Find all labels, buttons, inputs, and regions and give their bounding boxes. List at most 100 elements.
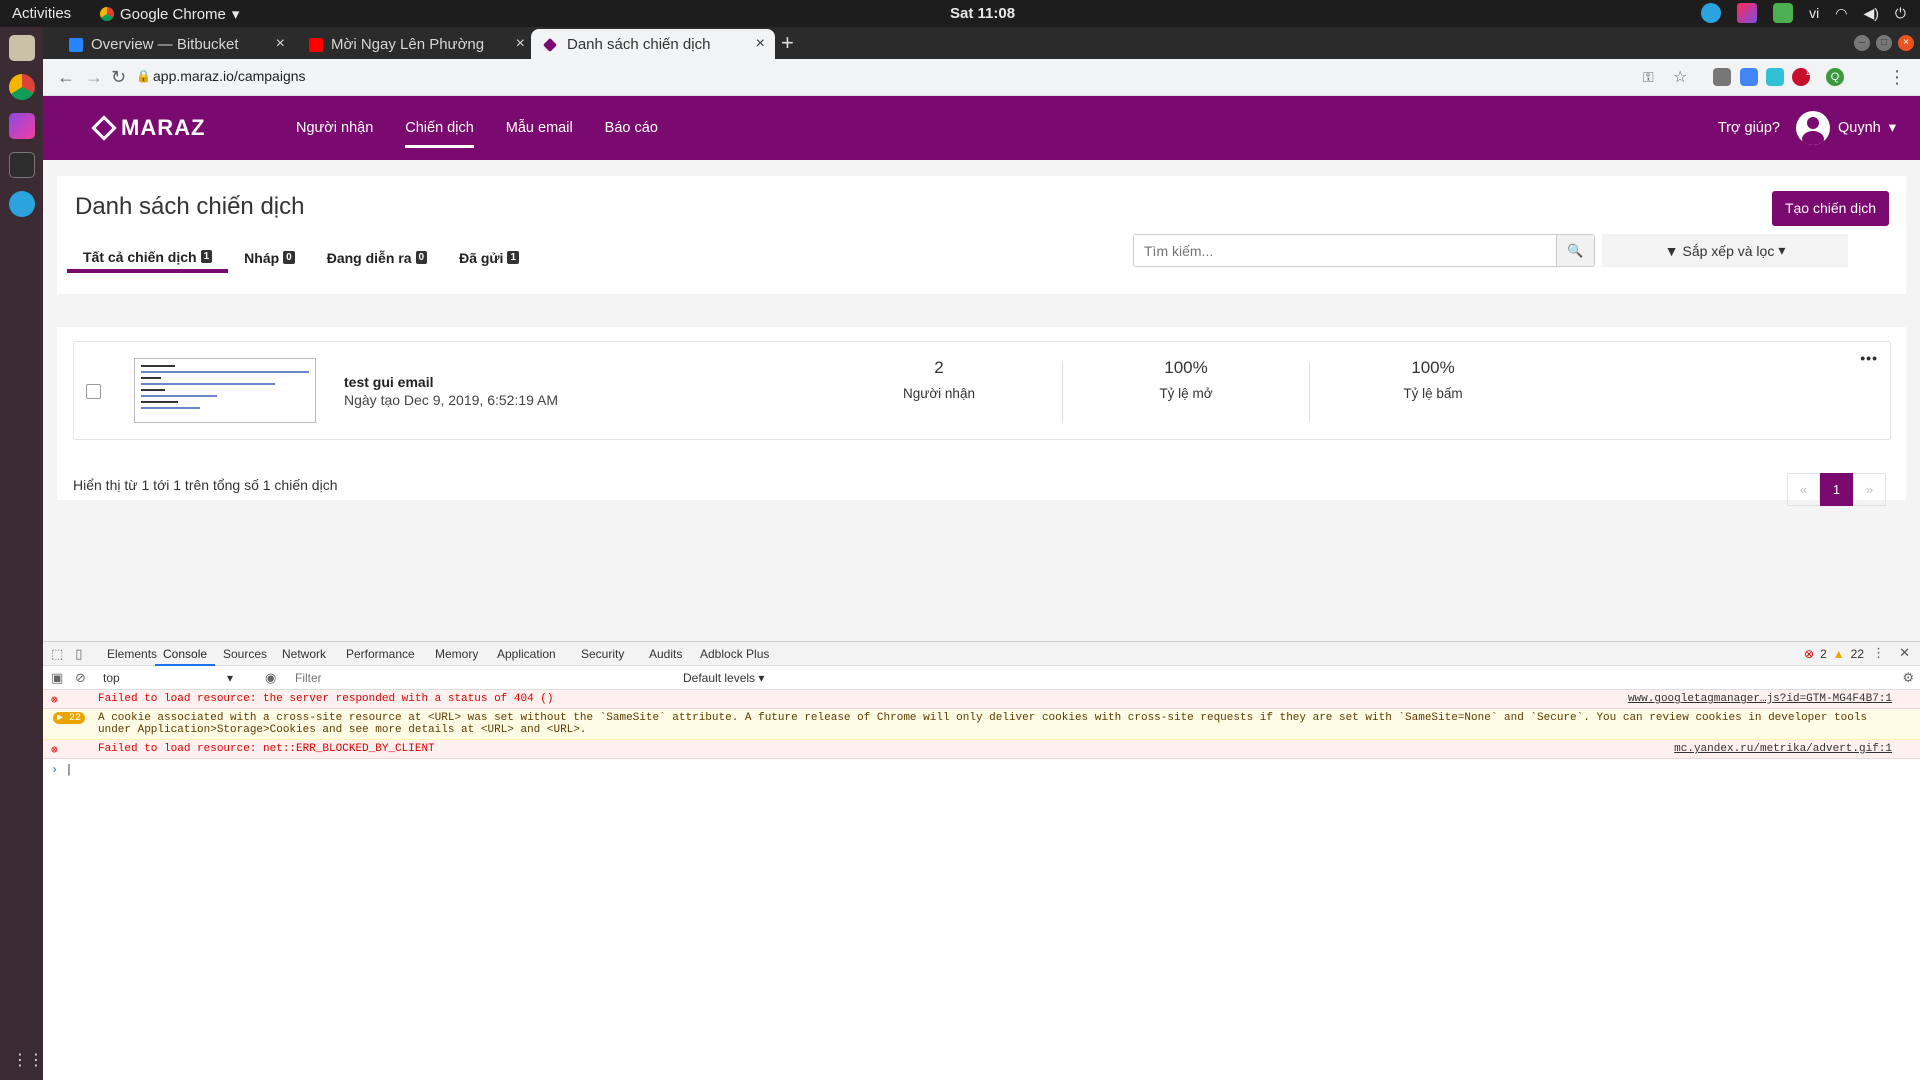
email-thumbnail[interactable] (134, 358, 316, 423)
devtools-tab-performance[interactable]: Performance (338, 642, 423, 666)
more-options-icon[interactable]: ••• (1860, 350, 1878, 366)
browser-tab-youtube[interactable]: Mời Ngay Lên Phường × (295, 29, 535, 59)
tab-all-campaigns[interactable]: Tất cả chiến dịch 1 (67, 244, 229, 273)
check-tray-icon[interactable] (1773, 3, 1794, 23)
app-navbar: MARAZ Người nhận Chiến dịch Mẫu email Bá… (43, 96, 1920, 160)
jetbrains-tray-icon[interactable] (1737, 3, 1758, 23)
sidebar-toggle-icon[interactable]: ▣ (51, 670, 63, 686)
key-icon[interactable]: ⚿ (1643, 69, 1654, 86)
campaign-row[interactable]: test gui email Ngày tạo Dec 9, 2019, 6:5… (73, 341, 1891, 440)
row-checkbox[interactable] (86, 384, 101, 399)
close-tab-icon[interactable]: × (516, 35, 525, 53)
chrome-menu-icon[interactable]: ⋮ (1888, 67, 1906, 88)
pagination-prev[interactable]: « (1787, 473, 1820, 506)
address-bar[interactable]: app.maraz.io/campaigns (153, 68, 306, 84)
campaign-list-card: test gui email Ngày tạo Dec 9, 2019, 6:5… (57, 327, 1906, 506)
power-icon[interactable]: ⏻ (1895, 5, 1906, 22)
clear-console-icon[interactable]: ⊘ (75, 670, 86, 686)
tab-sent[interactable]: Đã gửi 1 (443, 244, 535, 271)
context-selector[interactable]: top ▾ (103, 671, 233, 685)
menu-recipients[interactable]: Người nhận (296, 96, 373, 160)
device-toolbar-icon[interactable]: ▯ (75, 646, 82, 662)
devtools-tab-console[interactable]: Console (155, 642, 216, 666)
devtools-tab-security[interactable]: Security (573, 642, 632, 666)
files-dock-icon[interactable] (8, 35, 35, 61)
devtools-menu-icon[interactable]: ⋮ (1872, 645, 1885, 661)
inspect-element-icon[interactable]: ⬚ (51, 646, 63, 662)
message-text: Failed to load resource: net::ERR_BLOCKE… (98, 743, 435, 755)
chrome-dock-icon[interactable] (8, 74, 35, 100)
pagination-page-1[interactable]: 1 (1820, 473, 1853, 506)
maraz-logo[interactable]: MARAZ (91, 115, 205, 141)
devtools-tab-memory[interactable]: Memory (427, 642, 486, 666)
devtools-left-icons: ⬚ ▯ (51, 646, 82, 662)
devtools-tab-network[interactable]: Network (274, 642, 334, 666)
count-badge: 0 (415, 251, 428, 264)
forward-icon[interactable]: → (85, 67, 103, 88)
maximize-icon[interactable]: □ (1876, 35, 1892, 51)
terminal-dock-icon[interactable] (8, 152, 35, 178)
close-tab-icon[interactable]: × (756, 35, 765, 53)
language-indicator[interactable]: vi (1809, 5, 1819, 21)
translate-extension-icon[interactable] (1740, 68, 1758, 86)
help-link[interactable]: Trợ giúp? (1718, 120, 1780, 136)
profile-avatar[interactable]: Q (1826, 68, 1844, 86)
console-message-error: ⊗ Failed to load resource: the server re… (43, 690, 1920, 709)
message-source-link[interactable]: mc.yandex.ru/metrika/advert.gif:1 (1674, 743, 1892, 755)
console-filter-input[interactable] (291, 668, 671, 687)
live-expression-eye-icon[interactable]: ◉ (265, 670, 276, 686)
minimize-icon[interactable]: – (1854, 35, 1870, 51)
console-message-warning[interactable]: ▶ 22 A cookie associated with a cross-si… (43, 709, 1920, 740)
warning-repeat-count: ▶ 22 (53, 712, 86, 724)
adblock-extension-icon[interactable]: 1 (1792, 68, 1810, 86)
bookmark-star-icon[interactable]: ☆ (1673, 67, 1687, 87)
extension-icon[interactable] (1766, 68, 1784, 86)
context-value: top (103, 671, 120, 685)
close-tab-icon[interactable]: × (276, 35, 285, 53)
gmail-extension-icon[interactable] (1713, 68, 1731, 86)
telegram-tray-icon[interactable] (1701, 3, 1722, 23)
volume-icon[interactable]: ◀) (1863, 5, 1878, 22)
clock[interactable]: Sat 11:08 (950, 5, 1015, 22)
log-levels-dropdown[interactable]: Default levels ▾ (683, 671, 764, 685)
issue-counts[interactable]: ⊗ 2 ▲ 22 (1804, 647, 1864, 661)
tab-running[interactable]: Đang diễn ra 0 (311, 244, 443, 271)
phpstorm-dock-icon[interactable] (8, 113, 35, 139)
chevron-down-icon: ▾ (231, 6, 240, 23)
create-campaign-button[interactable]: Tạo chiến dịch (1771, 191, 1889, 226)
close-window-icon[interactable]: × (1898, 35, 1914, 51)
close-devtools-icon[interactable]: ✕ (1899, 645, 1910, 661)
stat-label: Tỷ lệ bấm (1403, 386, 1463, 401)
pagination-next[interactable]: » (1853, 473, 1886, 506)
console-prompt[interactable]: › | (43, 759, 1920, 777)
tab-drafts[interactable]: Nháp 0 (228, 244, 311, 271)
devtools-tab-application[interactable]: Application (489, 642, 564, 666)
devtools-tab-audits[interactable]: Audits (641, 642, 690, 666)
devtools-tab-sources[interactable]: Sources (215, 642, 275, 666)
campaign-name[interactable]: test gui email (344, 374, 433, 390)
reload-icon[interactable]: ↻ (111, 67, 126, 88)
browser-tab-campaigns[interactable]: Danh sách chiến dịch × (531, 29, 775, 59)
back-icon[interactable]: ← (57, 67, 75, 88)
activities-button[interactable]: Activities (12, 5, 71, 22)
wifi-icon[interactable]: ◠ (1835, 5, 1847, 22)
app-menu[interactable]: Google Chrome ▾ (100, 5, 239, 23)
browser-tab-bitbucket[interactable]: Overview — Bitbucket × (55, 29, 295, 59)
lock-icon[interactable]: 🔒 (136, 69, 151, 83)
stat-label: Tỷ lệ mở (1159, 386, 1213, 401)
menu-email-templates[interactable]: Mẫu email (506, 96, 573, 160)
message-source-link[interactable]: www.googletagmanager…js?id=GTM-MG4F4B7:1 (1628, 693, 1892, 705)
telegram-dock-icon[interactable] (8, 191, 35, 217)
search-button[interactable]: 🔍 (1556, 235, 1594, 266)
sort-filter-button[interactable]: ▼ Sắp xếp và lọc ▾ (1602, 234, 1848, 267)
console-settings-icon[interactable]: ⚙ (1902, 670, 1914, 686)
maraz-logo-icon (91, 115, 117, 141)
search-input[interactable] (1134, 235, 1554, 266)
tab-title: Overview — Bitbucket (91, 36, 239, 53)
menu-reports[interactable]: Báo cáo (605, 96, 658, 160)
new-tab-button[interactable]: + (781, 30, 794, 56)
user-menu[interactable]: Quynh ▾ (1795, 111, 1896, 145)
menu-campaigns[interactable]: Chiến dịch (405, 96, 474, 160)
toolbar: ← → ↻ 🔒 app.maraz.io/campaigns ⚿ ☆ 1 Q ⋮ (43, 59, 1920, 96)
devtools-tab-adblock[interactable]: Adblock Plus (692, 642, 777, 666)
